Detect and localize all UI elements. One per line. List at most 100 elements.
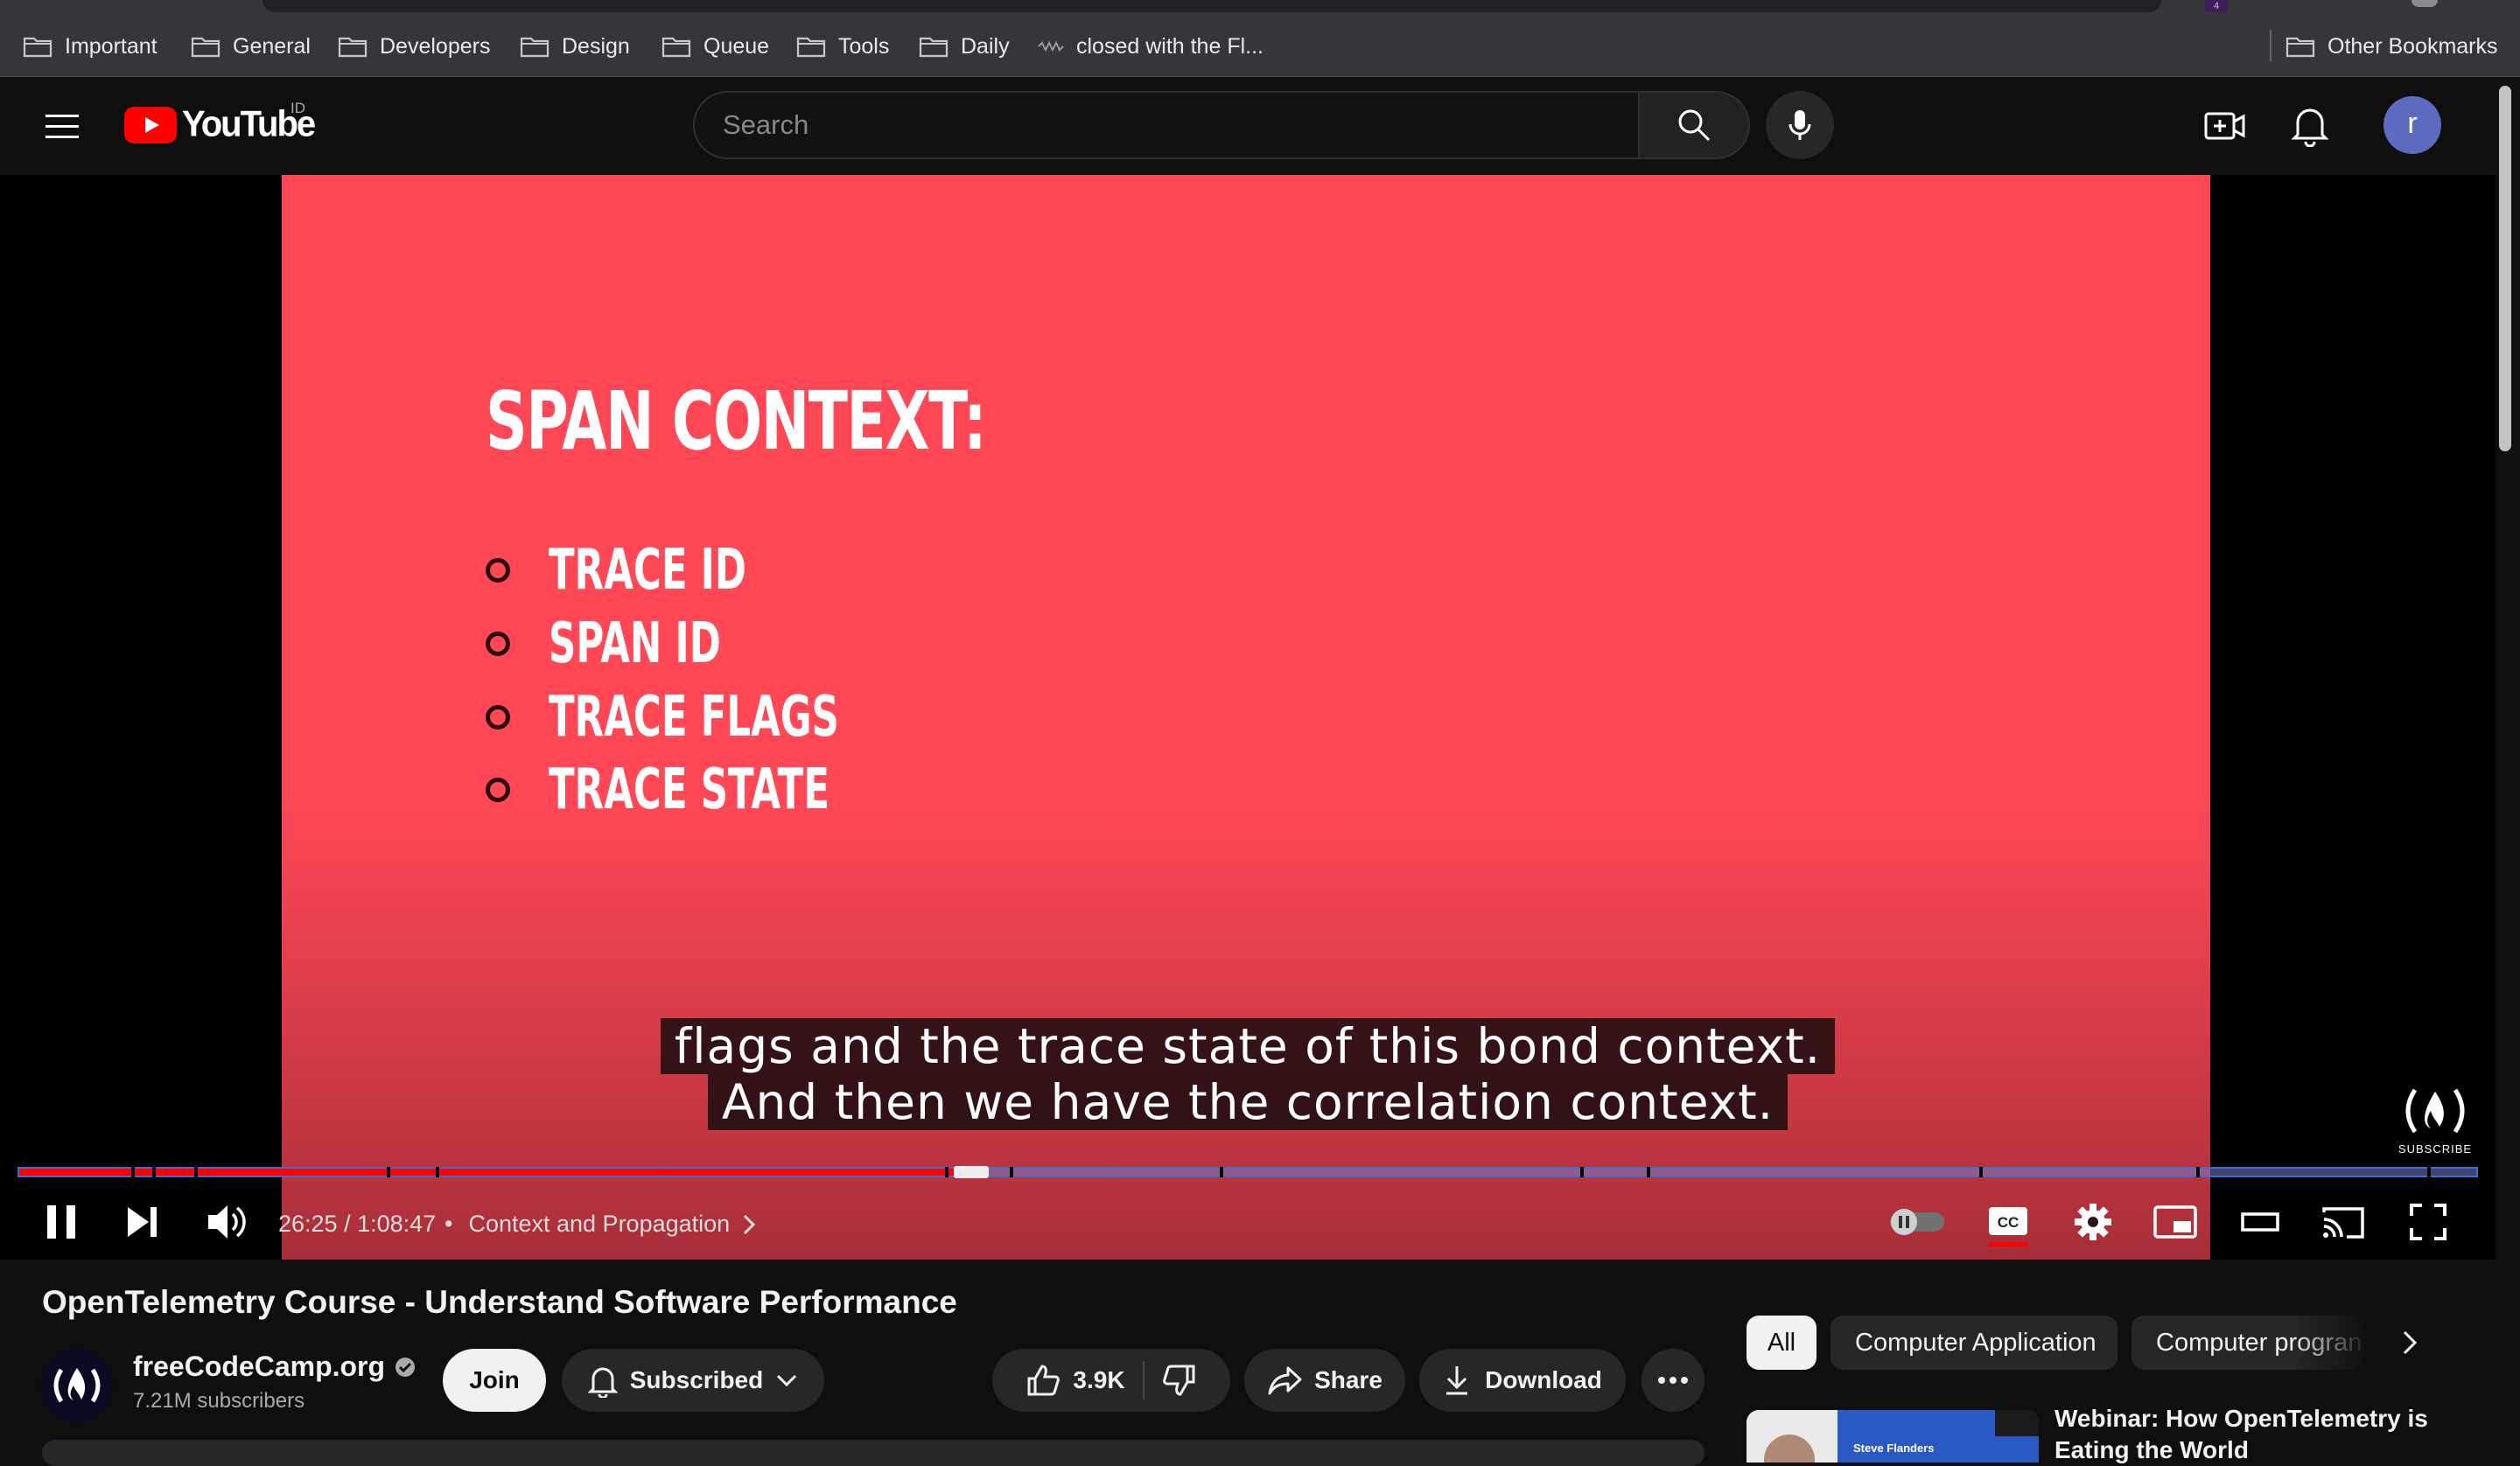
time-display: 26:25 / 1:08:47 — [278, 1211, 437, 1237]
join-button[interactable]: Join — [443, 1349, 546, 1412]
create-video-icon[interactable] — [2203, 107, 2247, 145]
slide-bullet: TRACE STATE — [486, 757, 962, 822]
page-scrollbar[interactable] — [2496, 77, 2520, 1457]
volume-icon[interactable] — [205, 1197, 248, 1247]
slide-bullet: TRACE ID — [486, 538, 839, 603]
download-icon — [1446, 1366, 1468, 1395]
youtube-play-logo-icon — [124, 106, 177, 143]
scrollbar-thumb[interactable] — [2499, 86, 2511, 451]
chevron-down-icon — [777, 1374, 797, 1387]
pause-icon[interactable] — [44, 1197, 80, 1247]
bookmark-folder-important[interactable]: Important — [23, 26, 158, 66]
description-box[interactable] — [42, 1440, 1704, 1466]
chapter-marker — [1010, 1167, 1013, 1177]
slide-bullet: TRACE FLAGS — [486, 685, 976, 750]
cast-icon[interactable] — [2320, 1197, 2366, 1247]
voice-search-button[interactable] — [1766, 91, 1834, 159]
player-controls: 26:25 / 1:08:47 • Context and Propagatio… — [0, 1184, 2496, 1260]
subtitles-cc-icon[interactable]: CC — [1986, 1197, 2030, 1247]
recommended-video-title[interactable]: Webinar: How OpenTelemetry is Eating the… — [2054, 1403, 2466, 1466]
fullscreen-icon[interactable] — [2408, 1197, 2448, 1247]
svg-text:CC: CC — [1998, 1214, 2020, 1231]
chapter-marker — [2427, 1167, 2431, 1177]
portrait-head — [1764, 1435, 1815, 1463]
more-horizontal-icon — [1658, 1377, 1688, 1384]
bell-icon — [587, 1367, 618, 1398]
chip-all[interactable]: All — [1746, 1316, 1816, 1370]
folder-icon — [2286, 37, 2315, 58]
video-player[interactable]: SPAN CONTEXT: TRACE ID SPAN ID TRACE FLA… — [0, 175, 2496, 1260]
progress-played — [19, 1169, 963, 1176]
like-button[interactable]: 3.9K — [1026, 1363, 1125, 1398]
youtube-masthead: YouTube ID r — [0, 77, 2496, 175]
bookmark-link[interactable]: closed with the Fl... — [1038, 26, 1264, 66]
bullet-ring-icon — [486, 778, 510, 802]
like-count: 3.9K — [1073, 1366, 1125, 1393]
autoplay-toggle[interactable] — [1886, 1204, 1948, 1239]
chapter-title: Context and Propagation — [468, 1211, 731, 1237]
caption-line: And then we have the correlation context… — [707, 1074, 1788, 1130]
address-bar[interactable] — [262, 0, 2161, 12]
bookmark-folder-queue[interactable]: Queue — [662, 26, 769, 66]
miniplayer-icon[interactable] — [2152, 1197, 2198, 1247]
more-actions-button[interactable] — [1642, 1349, 1704, 1412]
bookmark-folder-design[interactable]: Design — [520, 26, 630, 66]
captions-overlay: flags and the trace state of this bond c… — [0, 1018, 2496, 1130]
bullet-ring-icon — [486, 705, 510, 730]
other-bookmarks-folder[interactable]: Other Bookmarks — [2286, 26, 2498, 66]
search-button[interactable] — [1638, 91, 1750, 159]
chevron-right-icon — [2403, 1330, 2418, 1355]
settings-gear-icon[interactable] — [2072, 1197, 2114, 1247]
progress-bar[interactable] — [18, 1166, 2478, 1178]
chips-next-button[interactable] — [2389, 1321, 2431, 1365]
thumbs-down-icon[interactable] — [1162, 1363, 1197, 1398]
chapter-marker — [2196, 1167, 2200, 1177]
download-button[interactable]: Download — [1419, 1349, 1626, 1412]
bookmark-folder-daily[interactable]: Daily — [919, 26, 1010, 66]
like-dislike-group: 3.9K — [992, 1349, 1230, 1412]
region-code: ID — [290, 100, 305, 116]
search-input[interactable] — [695, 93, 1638, 157]
chapter-marker — [131, 1167, 135, 1177]
chapter-marker — [387, 1167, 390, 1177]
bookmark-label: Tools — [838, 33, 890, 59]
folder-icon — [796, 37, 826, 58]
bookmark-label: Queue — [704, 33, 770, 59]
bookmark-folder-general[interactable]: General — [191, 26, 311, 66]
progress-scrubber[interactable] — [954, 1166, 990, 1178]
search-box[interactable] — [693, 91, 1638, 159]
folder-icon — [520, 37, 550, 58]
thumbnail-corner — [1995, 1410, 2039, 1436]
youtube-logo[interactable]: YouTube — [124, 104, 316, 144]
chip-computer-application[interactable]: Computer Application — [1830, 1316, 2118, 1370]
channel-avatar[interactable] — [40, 1349, 114, 1422]
folder-icon — [338, 37, 368, 58]
like-divider — [1142, 1361, 1144, 1400]
share-button[interactable]: Share — [1244, 1349, 1405, 1412]
bookmark-label: Developers — [380, 33, 491, 59]
chapter-title-button[interactable]: • Context and Propagation — [444, 1211, 756, 1238]
chapter-marker — [1647, 1167, 1650, 1177]
next-video-icon[interactable] — [124, 1197, 163, 1247]
bookmark-label: Design — [562, 33, 630, 59]
bookmark-label: General — [233, 33, 311, 59]
bookmark-folder-tools[interactable]: Tools — [796, 26, 889, 66]
theater-mode-icon[interactable] — [2240, 1197, 2280, 1247]
slide-title: SPAN CONTEXT: — [486, 374, 987, 468]
folder-icon — [23, 37, 52, 58]
thumbnail-portrait — [1746, 1410, 1838, 1463]
notifications-bell-icon[interactable] — [2289, 103, 2331, 147]
account-avatar[interactable]: r — [2384, 96, 2441, 154]
bookmark-folder-developers[interactable]: Developers — [338, 26, 490, 66]
chapter-marker — [945, 1167, 948, 1177]
subscribed-button[interactable]: Subscribed — [562, 1349, 824, 1412]
recommended-video-thumbnail[interactable]: Steve Flanders — [1746, 1410, 2039, 1463]
bookmark-label: Daily — [961, 33, 1010, 59]
bookmark-label: closed with the Fl... — [1076, 33, 1264, 59]
channel-watermark[interactable]: SUBSCRIBE — [2396, 1081, 2474, 1156]
search-icon — [1678, 109, 1711, 142]
browser-profile-avatar[interactable] — [2412, 0, 2438, 7]
hamburger-menu-icon[interactable] — [42, 107, 82, 147]
channel-name[interactable]: freeCodeCamp.org — [133, 1351, 416, 1383]
channel-name-text: freeCodeCamp.org — [133, 1351, 386, 1382]
